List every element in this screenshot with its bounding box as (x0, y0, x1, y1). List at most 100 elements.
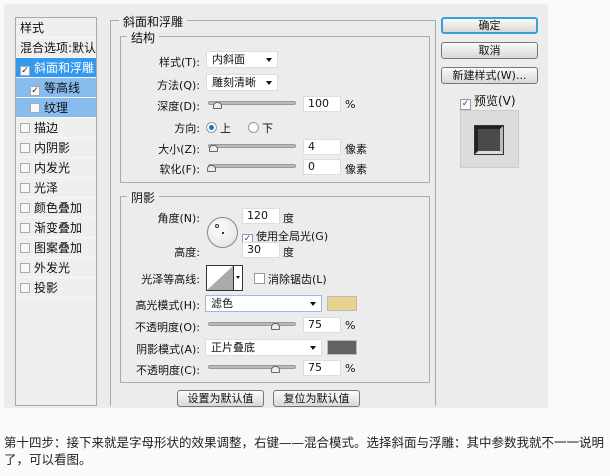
style-item-label: 外发光 (34, 261, 71, 275)
direction-up-radio[interactable]: 上 (206, 120, 231, 136)
size-slider[interactable] (208, 144, 296, 152)
shadow-mode-select[interactable]: 正片叠底 (205, 339, 322, 356)
shadow-opacity-slider[interactable] (208, 365, 296, 373)
contour-linear-icon (207, 266, 233, 290)
styles-list: 样式 混合选项:默认 ✓ 斜面和浮雕 ✓ 等高线纹理描边内阴影内发光光泽颜色叠加渐变叠… (15, 17, 97, 406)
chevron-down-icon (266, 81, 272, 85)
slider-thumb[interactable] (271, 366, 280, 373)
size-input[interactable]: 4 (303, 139, 341, 155)
highlight-mode-select[interactable]: 滤色 (205, 295, 322, 312)
style-item-label: 描边 (34, 121, 59, 135)
style-item[interactable]: 光泽 (16, 178, 96, 198)
depth-input[interactable]: 100 (303, 96, 341, 112)
dial-handle[interactable] (215, 224, 219, 228)
style-item[interactable]: 纹理 (16, 98, 96, 118)
depth-slider[interactable] (208, 101, 296, 109)
depth-unit: % (345, 98, 356, 111)
soften-slider[interactable] (207, 164, 296, 172)
highlight-opacity-label: 不透明度(O): (135, 321, 200, 334)
altitude-label: 高度: (174, 246, 200, 259)
checkbox-icon[interactable] (20, 263, 30, 273)
highlight-opacity-slider[interactable] (208, 322, 296, 330)
checkbox-icon[interactable] (20, 123, 30, 133)
checkbox-checked-icon: ✓ (460, 99, 471, 110)
style-item[interactable]: 内阴影 (16, 138, 96, 158)
styles-header[interactable]: 样式 (16, 18, 96, 38)
shadow-color-swatch[interactable] (327, 340, 357, 355)
highlight-opacity-unit: % (345, 319, 356, 332)
style-item[interactable]: ✓ 斜面和浮雕 (16, 58, 96, 78)
checkbox-icon[interactable] (20, 223, 30, 233)
highlight-color-swatch[interactable] (327, 296, 357, 311)
shading-title: 阴影 (127, 189, 160, 206)
checkbox-icon[interactable] (20, 143, 30, 153)
soften-input[interactable]: 0 (303, 159, 341, 175)
style-item[interactable]: 描边 (16, 118, 96, 138)
checkbox-icon (254, 273, 265, 284)
checkbox-icon[interactable] (20, 243, 30, 253)
preview-checkbox[interactable]: ✓ 预览(V) (460, 92, 516, 110)
direction-label: 方向: (174, 122, 200, 135)
checkbox-icon[interactable] (20, 183, 30, 193)
reset-default-button[interactable]: 复位为默认值 (273, 390, 360, 407)
style-item[interactable]: 图案叠加 (16, 238, 96, 258)
gloss-contour-picker[interactable] (206, 265, 243, 291)
shadow-opacity-input[interactable]: 75 (303, 360, 341, 376)
altitude-input[interactable]: 30 (242, 242, 280, 258)
checkbox-checked-icon[interactable]: ✓ (30, 86, 40, 96)
style-item-label: 光泽 (34, 181, 59, 195)
chevron-down-icon (266, 58, 272, 62)
slider-thumb[interactable] (213, 102, 222, 109)
style-item[interactable]: 渐变叠加 (16, 218, 96, 238)
gloss-contour-label: 光泽等高线: (141, 273, 200, 286)
slider-thumb[interactable] (271, 323, 280, 330)
checkbox-icon[interactable] (30, 103, 40, 113)
slider-thumb[interactable] (207, 165, 216, 172)
style-item-label: 等高线 (44, 81, 81, 95)
new-style-button[interactable]: 新建样式(W)... (441, 67, 538, 84)
style-item[interactable]: ✓ 等高线 (16, 78, 96, 98)
blend-options-item[interactable]: 混合选项:默认 (16, 38, 96, 58)
cancel-button[interactable]: 取消 (441, 42, 538, 59)
soften-unit: 像素 (345, 163, 367, 176)
ok-button[interactable]: 确定 (441, 17, 538, 34)
make-default-button[interactable]: 设置为默认值 (177, 390, 264, 407)
style-item[interactable]: 投影 (16, 278, 96, 298)
style-item-label: 投影 (34, 281, 59, 295)
structure-title: 结构 (127, 29, 160, 46)
technique-label: 方法(Q): (157, 79, 200, 92)
checkbox-checked-icon[interactable]: ✓ (20, 66, 30, 76)
chevron-down-icon (310, 346, 316, 350)
chevron-down-icon (310, 302, 316, 306)
soften-label: 软化(F): (159, 163, 200, 176)
direction-down-radio[interactable]: 下 (248, 120, 273, 136)
shadow-mode-value: 正片叠底 (211, 341, 255, 354)
preview-thumbnail (460, 110, 519, 168)
angle-input[interactable]: 120 (242, 208, 280, 224)
technique-select[interactable]: 雕刻清晰 (206, 74, 278, 91)
checkbox-icon[interactable] (20, 163, 30, 173)
antialias-checkbox[interactable]: 消除锯齿(L) (254, 271, 327, 287)
chevron-down-icon (236, 276, 240, 279)
checkbox-icon[interactable] (20, 203, 30, 213)
dir-up-label: 上 (220, 122, 231, 135)
style-item-label: 内发光 (34, 161, 71, 175)
style-item-label: 斜面和浮雕 (34, 61, 95, 75)
style-item[interactable]: 内发光 (16, 158, 96, 178)
highlight-opacity-input[interactable]: 75 (303, 317, 341, 333)
checkbox-icon[interactable] (20, 283, 30, 293)
style-item-label: 内阴影 (34, 141, 71, 155)
shadow-opacity-unit: % (345, 362, 356, 375)
shadow-opacity-label: 不透明度(C): (136, 364, 200, 377)
highlight-mode-label: 高光模式(H): (135, 299, 200, 312)
style-select[interactable]: 内斜面 (206, 51, 278, 68)
style-item-label: 渐变叠加 (34, 221, 83, 235)
preview-label: 预览(V) (474, 94, 516, 108)
style-item[interactable]: 颜色叠加 (16, 198, 96, 218)
size-label: 大小(Z): (158, 143, 200, 156)
slider-thumb[interactable] (209, 145, 218, 152)
angle-dial[interactable] (207, 217, 238, 248)
radio-icon (206, 122, 217, 133)
style-label: 样式(T): (158, 56, 200, 69)
style-item[interactable]: 外发光 (16, 258, 96, 278)
